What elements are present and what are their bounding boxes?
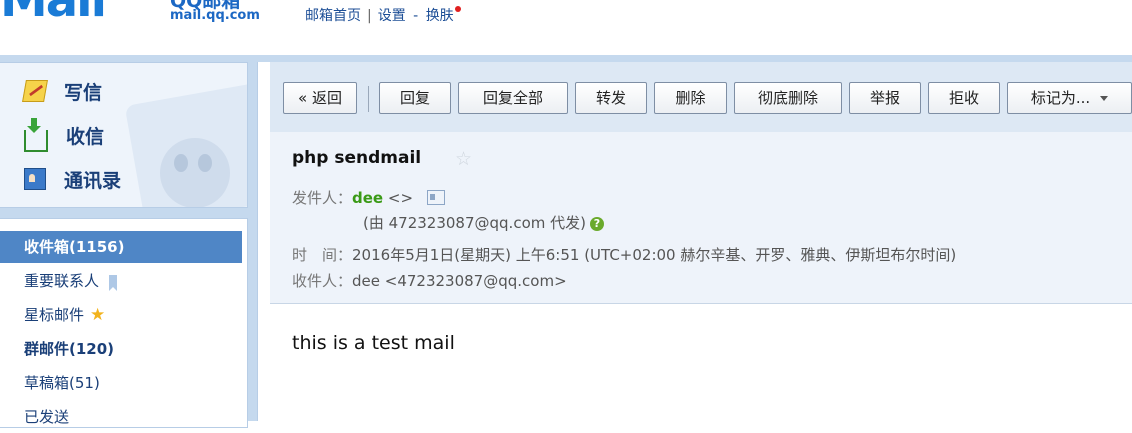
skin-link[interactable]: 换肤 <box>426 8 454 24</box>
folder-label: 收件箱(1156) <box>24 238 125 256</box>
forward-button[interactable]: 转发 <box>575 82 647 114</box>
recipient[interactable]: dee <472323087@qq.com> <box>352 272 567 290</box>
delete-permanently-button[interactable]: 彻底删除 <box>734 82 842 114</box>
sender-name[interactable]: dee <box>352 189 383 207</box>
chevron-down-icon <box>1100 96 1109 101</box>
folder-label: 草稿箱(51) <box>24 374 100 392</box>
back-button[interactable]: « 返回 <box>283 82 357 114</box>
time-row: 时 间：2016年5月1日(星期天) 上午6:51 (UTC+02:00 赫尔辛… <box>292 245 956 265</box>
mail-reading-pane <box>257 62 1132 421</box>
proxy-row: (由 472323087@qq.com 代发)? <box>363 213 604 233</box>
mailbox-home-link[interactable]: 邮箱首页 <box>305 8 361 24</box>
penguin-decoration <box>160 138 230 207</box>
top-links: 邮箱首页 | 设置 - 换肤 <box>305 6 461 26</box>
folder-sent[interactable]: 已发送 <box>0 401 242 433</box>
notification-dot-icon <box>454 6 461 12</box>
contacts-label: 通讯录 <box>64 170 122 192</box>
recipient-row: 收件人：dee <472323087@qq.com> <box>292 271 567 291</box>
logo-domain: mail.qq.com <box>170 8 260 23</box>
contact-card-icon[interactable] <box>427 190 446 205</box>
folder-starred[interactable]: 星标邮件 ★ <box>0 299 242 331</box>
folder-label: 已发送 <box>24 408 70 426</box>
receive-label: 收信 <box>66 126 105 148</box>
write-icon <box>22 80 48 102</box>
folder-label: 重要联系人 <box>24 272 100 290</box>
contacts-button[interactable]: 通讯录 <box>24 167 121 195</box>
download-icon <box>24 118 48 152</box>
receive-button[interactable]: 收信 <box>24 118 105 152</box>
write-label: 写信 <box>64 82 103 104</box>
folder-label: 群邮件(120) <box>24 340 115 358</box>
time-label: 时 间： <box>292 246 353 264</box>
to-label: 收件人： <box>292 272 353 290</box>
mail-subject: php sendmail <box>292 148 422 168</box>
mark-as-dropdown[interactable]: 标记为... <box>1007 82 1132 114</box>
dash: - <box>413 8 419 24</box>
mail-time: 2016年5月1日(星期天) 上午6:51 (UTC+02:00 赫尔辛基、开罗… <box>352 246 957 264</box>
settings-link[interactable]: 设置 <box>378 8 406 24</box>
write-button[interactable]: 写信 <box>22 79 103 107</box>
reply-all-button[interactable]: 回复全部 <box>458 82 568 114</box>
report-button[interactable]: 举报 <box>849 82 921 114</box>
sender-row: 发件人：dee <> <box>292 188 446 208</box>
sender-address: <> <box>387 189 414 207</box>
reply-button[interactable]: 回复 <box>379 82 451 114</box>
help-icon[interactable]: ? <box>589 217 604 231</box>
separator: | <box>367 8 372 24</box>
logo-mail[interactable]: Mail <box>0 0 107 24</box>
folder-group-mail[interactable]: 群邮件(120) <box>0 333 242 365</box>
toolbar-separator <box>368 86 369 112</box>
reject-button[interactable]: 拒收 <box>928 82 1000 114</box>
folder-list: 收件箱(1156) 重要联系人 星标邮件 ★ 群邮件(120) 草稿箱(51) 已… <box>0 218 248 428</box>
folder-drafts[interactable]: 草稿箱(51) <box>0 367 242 399</box>
star-toggle-icon[interactable]: ☆ <box>455 148 472 170</box>
folder-inbox[interactable]: 收件箱(1156) <box>0 231 242 263</box>
proxy-sender: (由 472323087@qq.com 代发) <box>363 214 586 232</box>
contacts-icon <box>24 168 46 190</box>
star-icon: ★ <box>90 305 106 325</box>
bookmark-icon <box>109 275 118 291</box>
folder-label: 星标邮件 <box>24 306 85 324</box>
mark-as-label: 标记为... <box>1030 89 1091 107</box>
quick-actions-panel: 写信 收信 通讯录 <box>0 62 248 208</box>
from-label: 发件人： <box>292 189 353 207</box>
delete-button[interactable]: 删除 <box>654 82 727 114</box>
folder-important-contacts[interactable]: 重要联系人 <box>0 265 242 297</box>
mail-body: this is a test mail <box>292 332 455 354</box>
